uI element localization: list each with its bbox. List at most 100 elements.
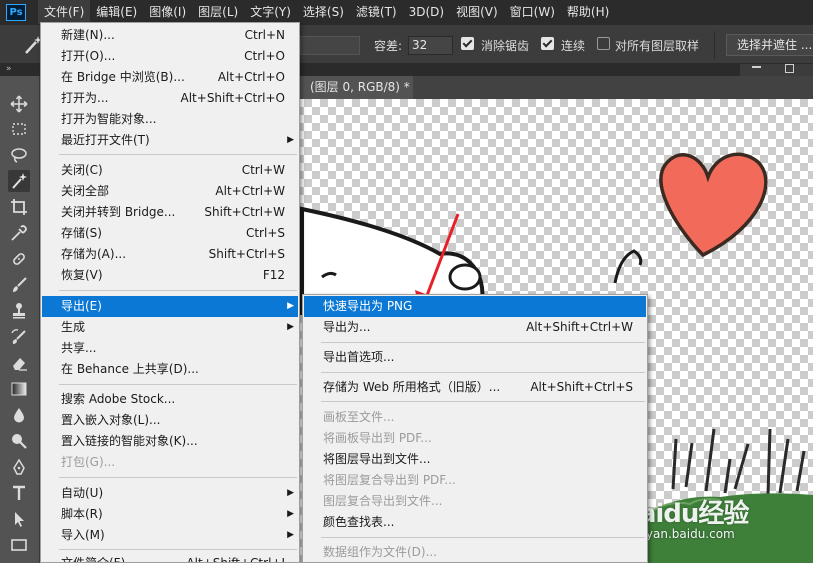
- submenu-arrow-icon: ▶: [287, 301, 294, 311]
- menu-filter[interactable]: 滤镜(T): [350, 0, 403, 24]
- grass-strokes: [671, 428, 806, 496]
- submenu-arrow-icon: ▶: [287, 322, 294, 332]
- healing-icon[interactable]: [8, 248, 30, 270]
- menu-separator: [321, 342, 645, 343]
- menu-item-place-embedded[interactable]: 置入嵌入对象(L)...: [42, 410, 298, 431]
- move-icon[interactable]: [8, 93, 30, 115]
- menu-item-search-stock[interactable]: 搜索 Adobe Stock...: [42, 389, 298, 410]
- menu-file[interactable]: 文件(F): [38, 0, 91, 24]
- menu-type[interactable]: 文字(Y): [244, 0, 297, 24]
- stamp-icon[interactable]: [8, 300, 30, 322]
- menu-item-open-smart-object[interactable]: 打开为智能对象...: [42, 109, 298, 130]
- menu-select[interactable]: 选择(S): [297, 0, 350, 24]
- restore-icon[interactable]: [785, 64, 794, 73]
- minimize-icon[interactable]: [752, 66, 761, 68]
- menu-separator: [59, 290, 297, 291]
- contiguous-label: 连续: [561, 39, 586, 53]
- submenu-arrow-icon: ▶: [287, 509, 294, 519]
- history-brush-icon[interactable]: [8, 326, 30, 348]
- menu-item-recent-files[interactable]: 最近打开文件(T) ▶: [42, 130, 298, 151]
- document-title: (图层 0, RGB/8) *: [310, 80, 410, 94]
- menu-item-file-info[interactable]: 文件简介(F)... Alt+Shift+Ctrl+I: [42, 553, 298, 562]
- contiguous-checkbox[interactable]: [541, 37, 554, 50]
- menu-window[interactable]: 窗口(W): [504, 0, 561, 24]
- menu-item-export-preferences[interactable]: 导出首选项...: [304, 347, 646, 368]
- rectangle-icon[interactable]: [8, 534, 30, 556]
- menu-item-close-all[interactable]: 关闭全部 Alt+Ctrl+W: [42, 181, 298, 202]
- menu-item-open[interactable]: 打开(O)... Ctrl+O: [42, 46, 298, 67]
- export-submenu: 快速导出为 PNG 导出为... Alt+Shift+Ctrl+W 导出首选项..…: [302, 294, 648, 563]
- menu-separator: [321, 372, 645, 373]
- eraser-icon[interactable]: [8, 352, 30, 374]
- menu-item-artboards-to-pdf: 将画板导出到 PDF...: [323, 431, 432, 445]
- menu-3d[interactable]: 3D(D): [403, 0, 450, 24]
- menu-item-new[interactable]: 新建(N)... Ctrl+N: [42, 25, 298, 46]
- tolerance-input[interactable]: 32: [408, 36, 453, 55]
- path-select-icon[interactable]: [8, 508, 30, 530]
- menu-separator: [59, 477, 297, 478]
- antialias-checkbox[interactable]: [461, 37, 474, 50]
- menu-item-color-lookup-tables[interactable]: 颜色查找表...: [304, 512, 646, 533]
- menu-item-import[interactable]: 导入(M) ▶: [42, 525, 298, 546]
- menu-item-browse-bridge[interactable]: 在 Bridge 中浏览(B)... Alt+Ctrl+O: [42, 67, 298, 88]
- menu-item-share[interactable]: 共享...: [42, 338, 298, 359]
- heart-shape: [659, 152, 768, 258]
- file-menu: 新建(N)... Ctrl+N 打开(O)... Ctrl+O 在 Bridge 中…: [40, 22, 300, 563]
- crop-icon[interactable]: [8, 196, 30, 218]
- menu-layer[interactable]: 图层(L): [192, 0, 244, 24]
- submenu-arrow-icon: ▶: [287, 530, 294, 540]
- gradient-icon[interactable]: [8, 378, 30, 400]
- menu-item-save-for-web[interactable]: 存储为 Web 所用格式（旧版）... Alt+Shift+Ctrl+S: [304, 377, 646, 398]
- collapse-toolbar-icon[interactable]: »: [6, 64, 12, 74]
- menu-item-share-behance[interactable]: 在 Behance 上共享(D)...: [42, 359, 298, 380]
- sample-size-dropdown[interactable]: [300, 36, 360, 55]
- type-icon[interactable]: [8, 482, 30, 504]
- menu-item-close[interactable]: 关闭(C) Ctrl+W: [42, 160, 298, 181]
- menu-view[interactable]: 视图(V): [450, 0, 504, 24]
- tolerance-label: 容差:: [374, 39, 403, 53]
- menu-item-export-as[interactable]: 导出为... Alt+Shift+Ctrl+W: [304, 317, 646, 338]
- menu-item-artboards-to-files: 画板至文件...: [323, 410, 395, 424]
- menu-item-layers-to-files[interactable]: 将图层导出到文件...: [304, 449, 646, 470]
- baidu-watermark: Baidu经验 jingyan.baidu.com: [620, 493, 810, 553]
- sample-all-layers-checkbox[interactable]: [597, 37, 610, 50]
- photoshop-logo: Ps: [6, 3, 26, 21]
- submenu-arrow-icon: ▶: [287, 488, 294, 498]
- menu-separator: [59, 549, 297, 550]
- brush-icon[interactable]: [8, 274, 30, 296]
- menu-item-export[interactable]: 导出(E) ▶: [42, 296, 298, 317]
- menu-bar: Ps 文件(F) 编辑(E) 图像(I) 图层(L) 文字(Y) 选择(S) 滤…: [0, 0, 813, 24]
- menu-item-save-as[interactable]: 存储为(A)... Shift+Ctrl+S: [42, 244, 298, 265]
- menu-item-layer-comps-to-files: 图层复合导出到文件...: [323, 494, 443, 508]
- menu-item-place-linked[interactable]: 置入链接的智能对象(K)...: [42, 431, 298, 452]
- dodge-icon[interactable]: [8, 430, 30, 452]
- menu-item-quick-export-png[interactable]: 快速导出为 PNG: [304, 296, 646, 317]
- menu-item-close-go-bridge[interactable]: 关闭并转到 Bridge... Shift+Ctrl+W: [42, 202, 298, 223]
- menu-edit[interactable]: 编辑(E): [90, 0, 143, 24]
- magic-wand-icon[interactable]: [8, 170, 30, 192]
- menu-separator: [321, 401, 645, 402]
- menu-image[interactable]: 图像(I): [143, 0, 192, 24]
- lasso-icon[interactable]: [8, 144, 30, 166]
- menu-help[interactable]: 帮助(H): [561, 0, 615, 24]
- pen-icon[interactable]: [8, 456, 30, 478]
- options-divider: [714, 31, 715, 59]
- menu-item-save[interactable]: 存储(S) Ctrl+S: [42, 223, 298, 244]
- menu-item-package: 打包(G)...: [61, 455, 116, 469]
- blur-icon[interactable]: [8, 404, 30, 426]
- menu-item-automate[interactable]: 自动(U) ▶: [42, 483, 298, 504]
- eyedropper-icon[interactable]: [8, 222, 30, 244]
- menu-item-data-sets-as-files: 数据组作为文件(D)...: [323, 545, 438, 559]
- marquee-icon[interactable]: [8, 118, 30, 140]
- antialias-label: 消除锯齿: [481, 39, 530, 53]
- menu-item-scripts[interactable]: 脚本(R) ▶: [42, 504, 298, 525]
- menu-item-open-as[interactable]: 打开为... Alt+Shift+Ctrl+O: [42, 88, 298, 109]
- menu-item-generate[interactable]: 生成 ▶: [42, 317, 298, 338]
- menu-item-revert[interactable]: 恢复(V) F12: [42, 265, 298, 286]
- select-and-mask-button[interactable]: 选择并遮住 ...: [726, 34, 813, 56]
- menu-separator: [59, 384, 297, 385]
- menu-separator: [321, 537, 645, 538]
- menu-separator: [59, 154, 297, 155]
- submenu-arrow-icon: ▶: [287, 135, 294, 145]
- menu-item-layer-comps-to-pdf: 将图层复合导出到 PDF...: [323, 473, 456, 487]
